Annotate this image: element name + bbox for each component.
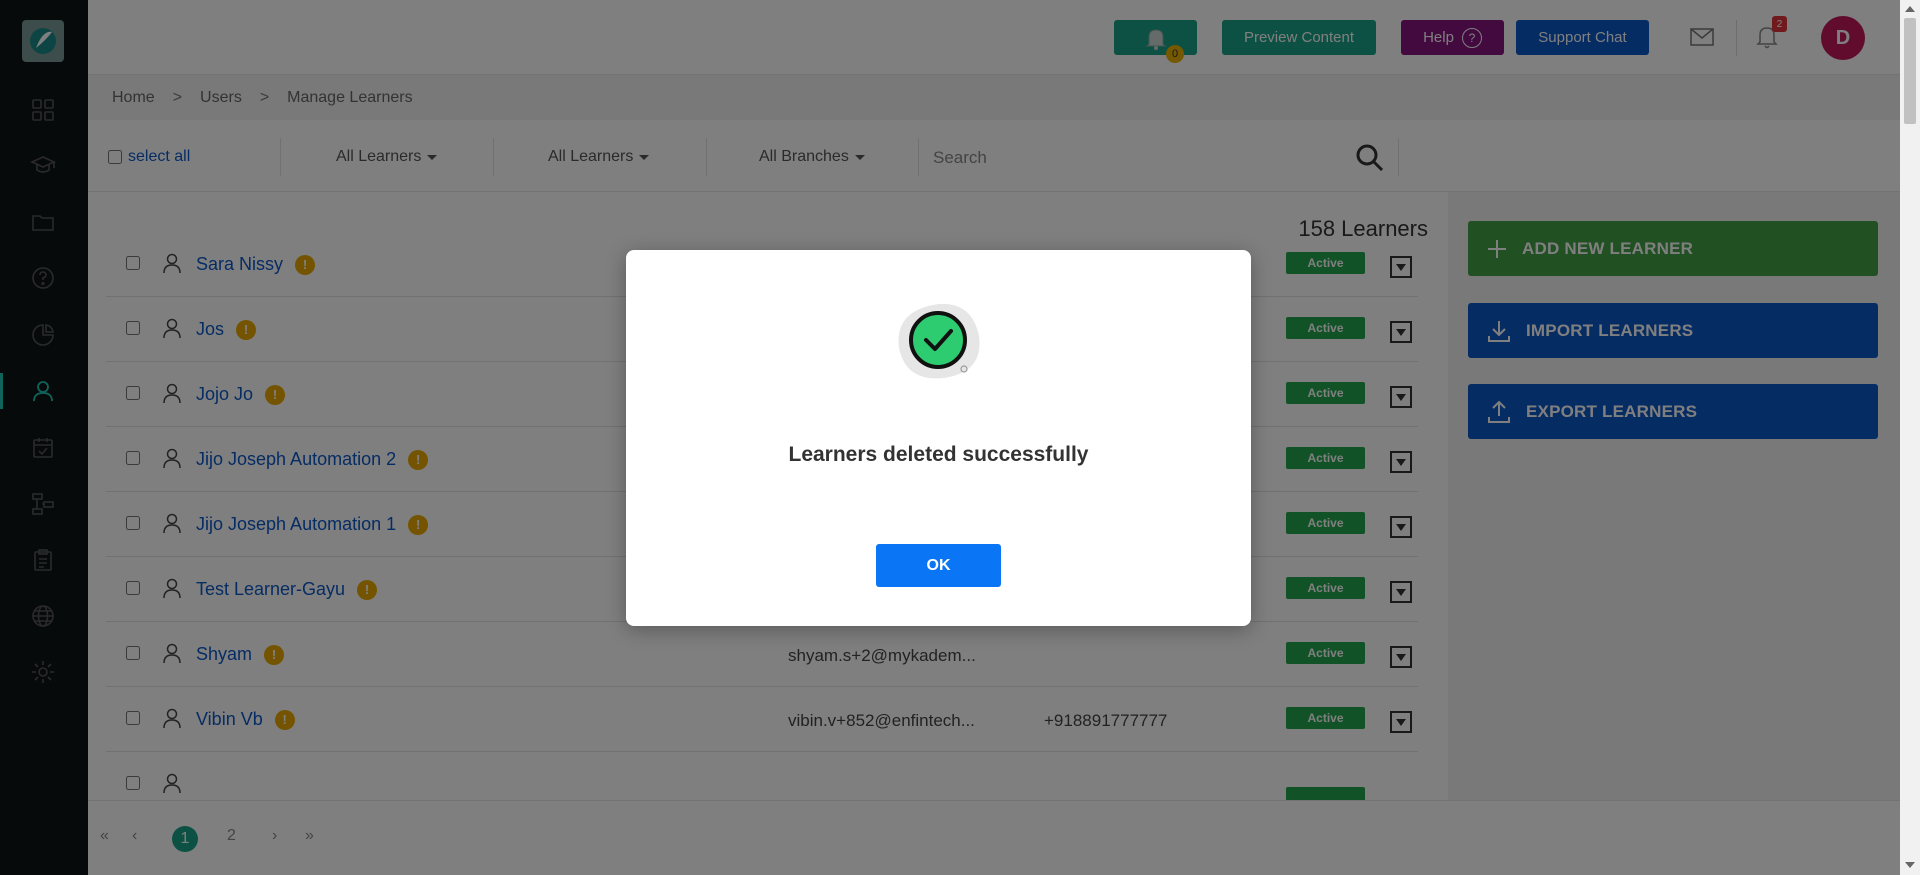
dialog-message: Learners deleted successfully bbox=[788, 443, 1089, 466]
success-check-icon bbox=[894, 300, 984, 382]
scrollbar-thumb[interactable] bbox=[1904, 18, 1916, 124]
success-dialog: Learners deleted successfully OK bbox=[626, 250, 1251, 626]
page-scrollbar[interactable] bbox=[1900, 0, 1920, 875]
scroll-down-arrow[interactable] bbox=[1905, 862, 1915, 868]
scroll-up-arrow[interactable] bbox=[1905, 6, 1915, 12]
ok-button[interactable]: OK bbox=[876, 544, 1001, 587]
